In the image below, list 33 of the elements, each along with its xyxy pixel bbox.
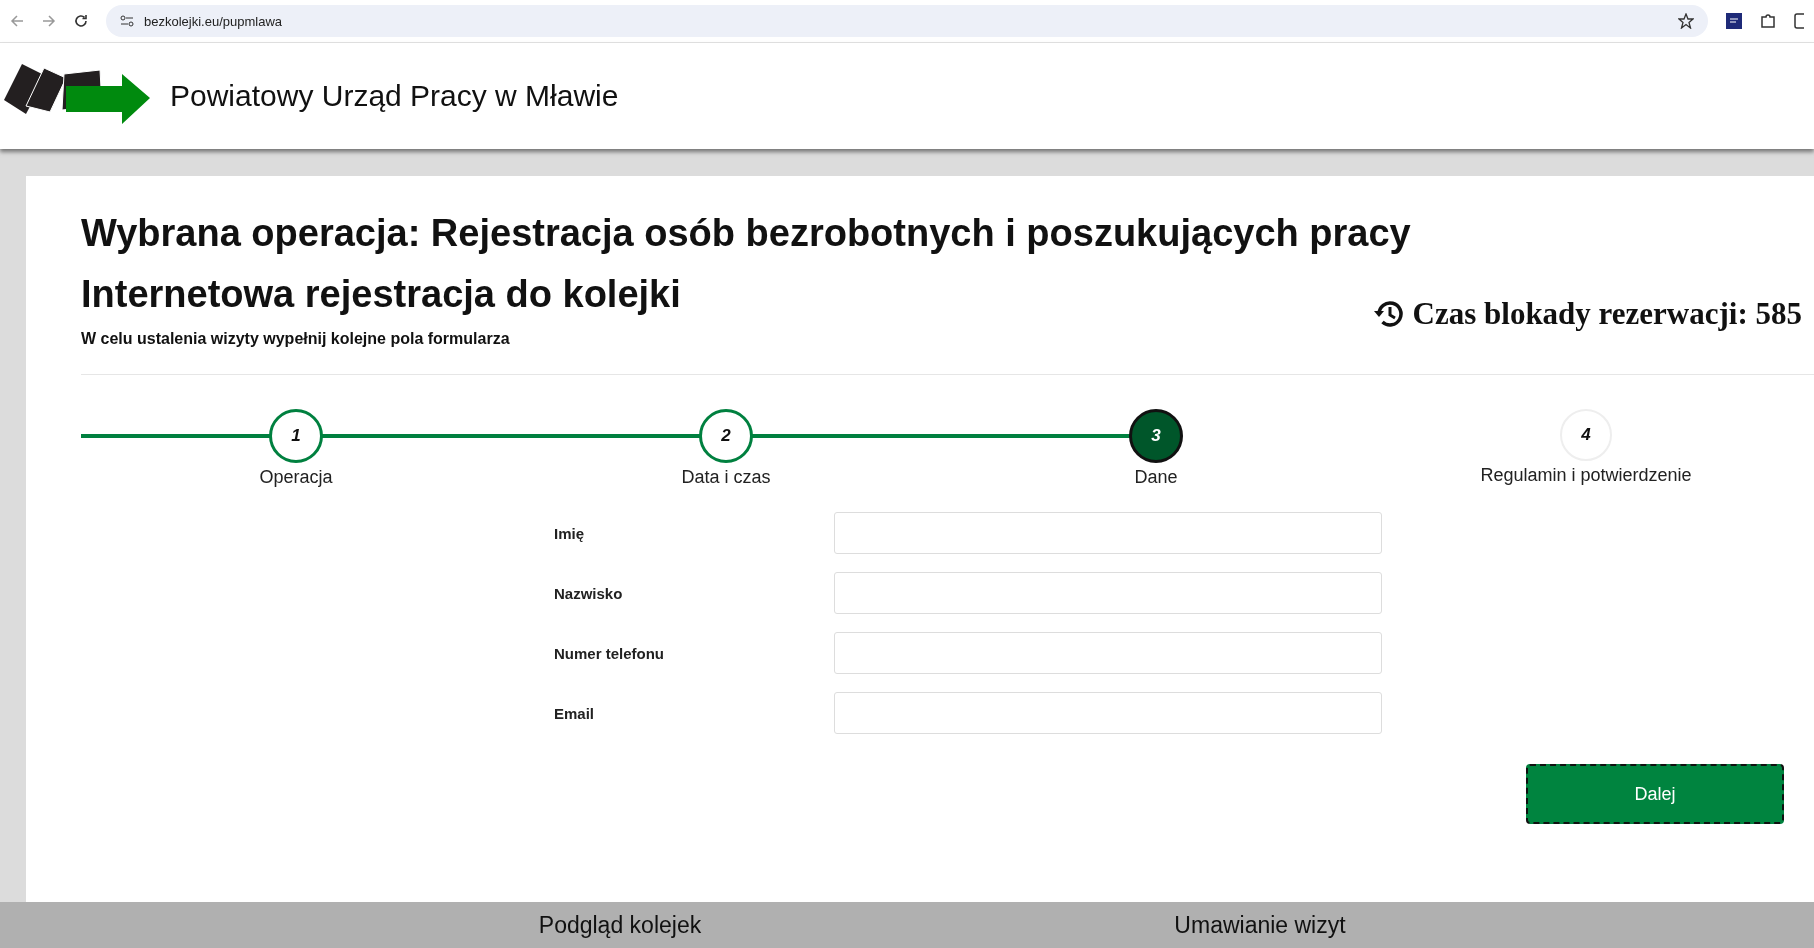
step-label: Operacja	[259, 467, 333, 488]
next-button[interactable]: Dalej	[1526, 764, 1784, 824]
url-text: bezkolejki.eu/pupmlawa	[144, 13, 284, 29]
field-label: Nazwisko	[554, 584, 624, 602]
footer-link[interactable]: Umawianie wizyt	[940, 911, 1580, 939]
address-bar[interactable]: bezkolejki.eu/pupmlawa	[106, 5, 1708, 37]
field-label: Imię	[554, 524, 585, 542]
star-icon[interactable]	[1678, 13, 1694, 29]
reservation-timer: Czas blokady rezerwacji: 585	[1412, 296, 1802, 332]
input-field[interactable]	[834, 632, 1382, 674]
step-circle: 1	[269, 409, 323, 463]
instruction-text: W celu ustalenia wizyty wypełnij kolejne pola formularza	[81, 330, 511, 348]
input-field[interactable]	[834, 692, 1382, 734]
footer-link[interactable]: Podgląd kolejek	[300, 911, 940, 939]
site-title: Powiatowy Urząd Pracy w Mławie	[170, 79, 619, 113]
step-label: Regulamin i potwierdzenie	[1480, 465, 1692, 486]
extension-icon[interactable]	[1726, 13, 1742, 29]
input-field[interactable]	[834, 572, 1382, 614]
back-icon[interactable]	[10, 14, 24, 28]
forward-icon[interactable]	[42, 14, 56, 28]
page-title: Wybrana operacja: Rejestracja osób bezrobotnych i poszukujących pracy	[81, 212, 1412, 255]
reload-icon[interactable]	[74, 14, 88, 28]
step-circle: 3	[1129, 409, 1183, 463]
step-circle: 4	[1560, 409, 1612, 461]
step-circle: 2	[699, 409, 753, 463]
input-field[interactable]	[834, 512, 1382, 554]
history-icon	[1372, 299, 1405, 329]
step-label: Data i czas	[681, 467, 771, 488]
field-label: Email	[554, 704, 596, 722]
site-settings-icon[interactable]	[120, 15, 134, 27]
field-label: Numer telefonu	[554, 644, 665, 662]
step-label: Dane	[1134, 467, 1178, 488]
page-subtitle: Internetowa rejestracja do kolejki	[81, 273, 681, 316]
